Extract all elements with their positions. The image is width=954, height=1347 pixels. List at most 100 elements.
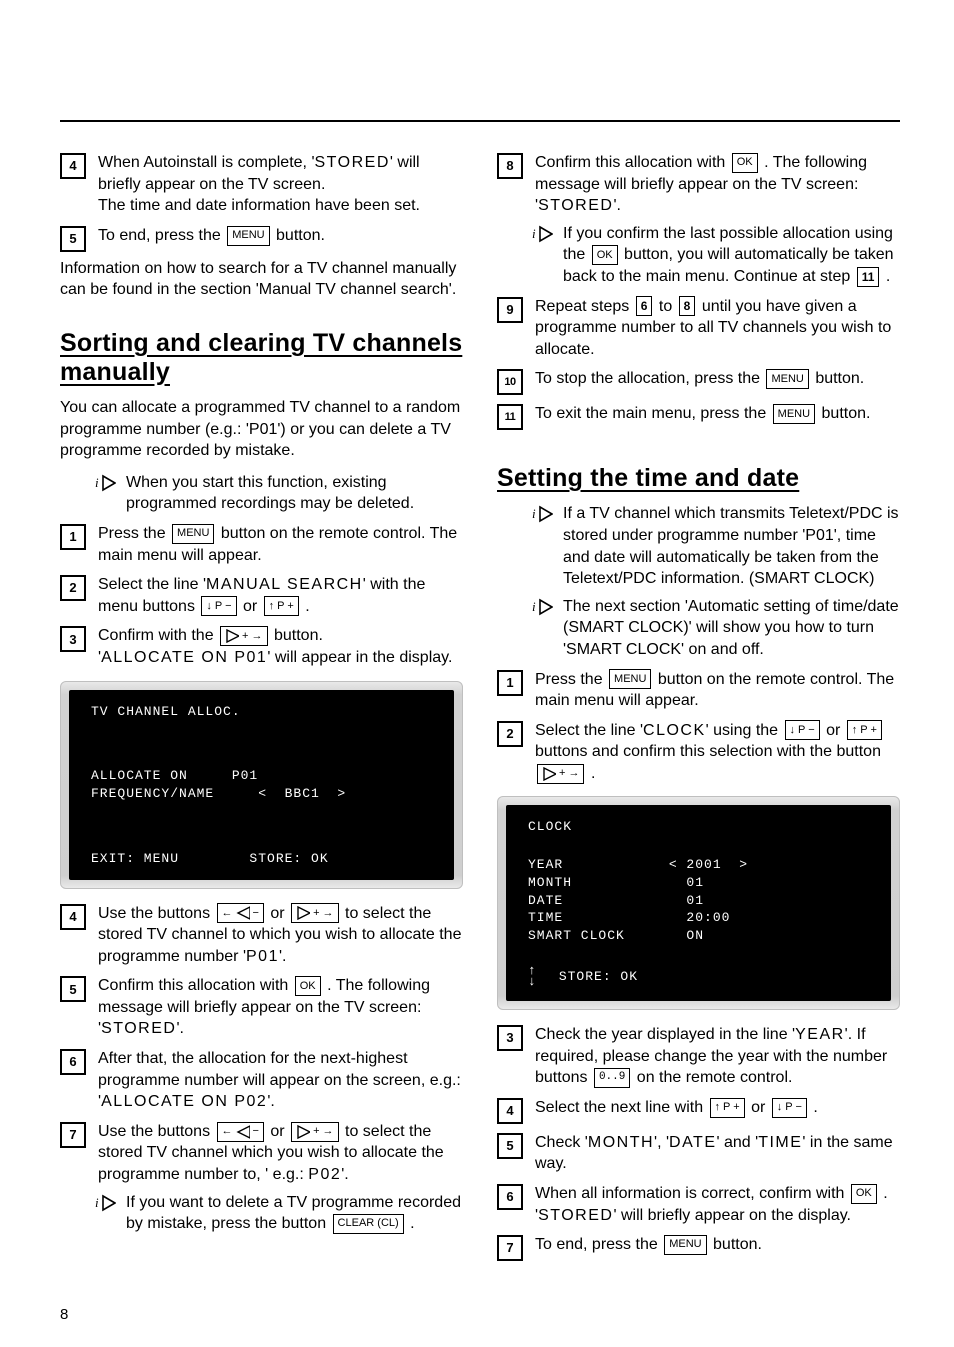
text: . bbox=[410, 1215, 414, 1232]
ok-key: OK bbox=[295, 976, 321, 996]
right-time-step-4: 4 Select the next line with ↑P + or ↓P −… bbox=[497, 1097, 900, 1124]
text: to bbox=[659, 298, 677, 315]
key-label: P − bbox=[798, 725, 815, 736]
text: When all information is correct, confirm… bbox=[535, 1185, 849, 1202]
osd-rows: ALLOCATE ON P01 FREQUENCY/NAME < BBC1 > bbox=[91, 767, 432, 802]
text: '. bbox=[267, 1093, 275, 1110]
menu-key: MENU bbox=[172, 524, 214, 544]
step-number: 4 bbox=[497, 1098, 523, 1124]
code: P02 bbox=[308, 1166, 341, 1183]
left-step-1: 1 Press the MENU button on the remote co… bbox=[60, 523, 463, 566]
right-tri-plus-key: + → bbox=[291, 903, 338, 923]
code: ALLOCATE ON P02 bbox=[101, 1093, 267, 1110]
menu-key: MENU bbox=[664, 1235, 706, 1255]
code: P01 bbox=[246, 948, 279, 965]
code: YEAR bbox=[795, 1026, 845, 1043]
osd-clock: CLOCK YEAR < 2001 > MONTH 01 DATE 01 TIM… bbox=[497, 796, 900, 1010]
key-label: P + bbox=[723, 1102, 740, 1113]
text: Select the line ' bbox=[98, 576, 206, 593]
updown-icon: ↑↓ bbox=[528, 966, 537, 987]
code: MONTH bbox=[588, 1134, 654, 1151]
osd-title: TV CHANNEL ALLOC. bbox=[91, 704, 432, 719]
tip-text: If a TV channel which transmits Teletext… bbox=[563, 503, 900, 589]
text: Press the bbox=[98, 525, 170, 542]
key-label: P + bbox=[860, 725, 877, 736]
menu-key: MENU bbox=[609, 669, 651, 689]
digits-key: 0..9 bbox=[594, 1068, 630, 1088]
text: or bbox=[243, 598, 262, 615]
text: ' using the bbox=[706, 722, 783, 739]
tip-text: When you start this function, existing p… bbox=[126, 472, 463, 515]
text: Select the next line with bbox=[535, 1099, 708, 1116]
text: or bbox=[270, 1123, 289, 1140]
p-minus-key: ↓P − bbox=[772, 1098, 807, 1118]
osd-title: CLOCK bbox=[528, 819, 869, 834]
menu-key: MENU bbox=[227, 226, 269, 246]
key-label: P − bbox=[785, 1102, 802, 1113]
left-step-5: 5 Confirm this allocation with OK . The … bbox=[60, 975, 463, 1040]
tip-teletext-pdc: If a TV channel which transmits Teletext… bbox=[531, 503, 900, 589]
tip-icon bbox=[94, 1194, 116, 1212]
left-step-6: 6 After that, the allocation for the nex… bbox=[60, 1048, 463, 1113]
right-step-11: 11 To exit the main menu, press the MENU… bbox=[497, 403, 900, 430]
text: Select the line ' bbox=[535, 722, 643, 739]
text: . bbox=[305, 598, 309, 615]
code: MANUAL SEARCH bbox=[206, 576, 363, 593]
left-pre-step-4: 4 When Autoinstall is complete, 'STORED'… bbox=[60, 152, 463, 217]
text: on the remote control. bbox=[637, 1069, 793, 1086]
text: '. bbox=[613, 197, 621, 214]
left-pre-paragraph: Information on how to search for a TV ch… bbox=[60, 258, 463, 301]
step-number: 6 bbox=[60, 1049, 86, 1075]
text: or bbox=[826, 722, 845, 739]
step-number: 5 bbox=[497, 1133, 523, 1159]
step-number: 4 bbox=[60, 153, 86, 179]
p-plus-key: ↑P + bbox=[710, 1098, 745, 1118]
step-number: 7 bbox=[60, 1122, 86, 1148]
text: button. bbox=[713, 1236, 762, 1253]
right-tri-plus-key: + → bbox=[291, 1122, 338, 1142]
p-minus-key: ↓P − bbox=[201, 596, 236, 616]
tip-smart-clock: The next section 'Automatic setting of t… bbox=[531, 596, 900, 661]
left-step-7: 7 Use the buttons ← − or + → to select t… bbox=[60, 1121, 463, 1186]
heading-sort-clear: Sorting and clearing TV channels manuall… bbox=[60, 329, 463, 387]
code: TIME bbox=[758, 1134, 802, 1151]
p-minus-key: ↓P − bbox=[785, 720, 820, 740]
menu-key: MENU bbox=[773, 404, 815, 424]
step-number: 11 bbox=[497, 404, 523, 430]
text: . bbox=[813, 1099, 817, 1116]
step-number: 3 bbox=[497, 1025, 523, 1051]
step-number: 4 bbox=[60, 904, 86, 930]
text: button. bbox=[822, 405, 871, 422]
left-step-4: 4 Use the buttons ← − or + → to select t… bbox=[60, 903, 463, 968]
right-time-step-5: 5 Check 'MONTH', 'DATE' and 'TIME' in th… bbox=[497, 1132, 900, 1175]
code: STORED bbox=[538, 1207, 613, 1224]
osd-rows: YEAR < 2001 > MONTH 01 DATE 01 TIME 20:0… bbox=[528, 856, 869, 944]
right-tri-plus-key: + → bbox=[220, 626, 267, 646]
right-step-10: 10 To stop the allocation, press the MEN… bbox=[497, 368, 900, 395]
text: button. bbox=[274, 627, 323, 644]
text: Press the bbox=[535, 671, 607, 688]
text: The time and date information have been … bbox=[98, 197, 420, 214]
right-tri-plus-key: + → bbox=[537, 764, 584, 784]
osd-footer: EXIT: MENU STORE: OK bbox=[91, 851, 432, 866]
text: Check ' bbox=[535, 1134, 588, 1151]
text: Use the buttons bbox=[98, 905, 215, 922]
text: button. bbox=[815, 370, 864, 387]
tip-last-allocation: If you confirm the last possible allocat… bbox=[531, 223, 900, 288]
text: Confirm this allocation with bbox=[535, 154, 730, 171]
step-number: 3 bbox=[60, 626, 86, 652]
tip-delete-programme: If you want to delete a TV programme rec… bbox=[94, 1192, 463, 1235]
step-ref-11: 11 bbox=[857, 267, 880, 287]
text: or bbox=[270, 905, 289, 922]
step-ref-6: 6 bbox=[636, 296, 653, 316]
page-number: 8 bbox=[60, 1306, 68, 1323]
text: To end, press the bbox=[98, 227, 225, 244]
right-column: 8 Confirm this allocation with OK . The … bbox=[497, 144, 900, 1267]
right-time-step-6: 6 When all information is correct, confi… bbox=[497, 1183, 900, 1226]
text: . bbox=[591, 765, 595, 782]
ok-key: OK bbox=[732, 153, 758, 173]
step-number: 8 bbox=[497, 153, 523, 179]
text: or bbox=[751, 1099, 770, 1116]
left-step-3: 3 Confirm with the + → button. 'ALLOCATE… bbox=[60, 625, 463, 668]
step-number: 5 bbox=[60, 976, 86, 1002]
